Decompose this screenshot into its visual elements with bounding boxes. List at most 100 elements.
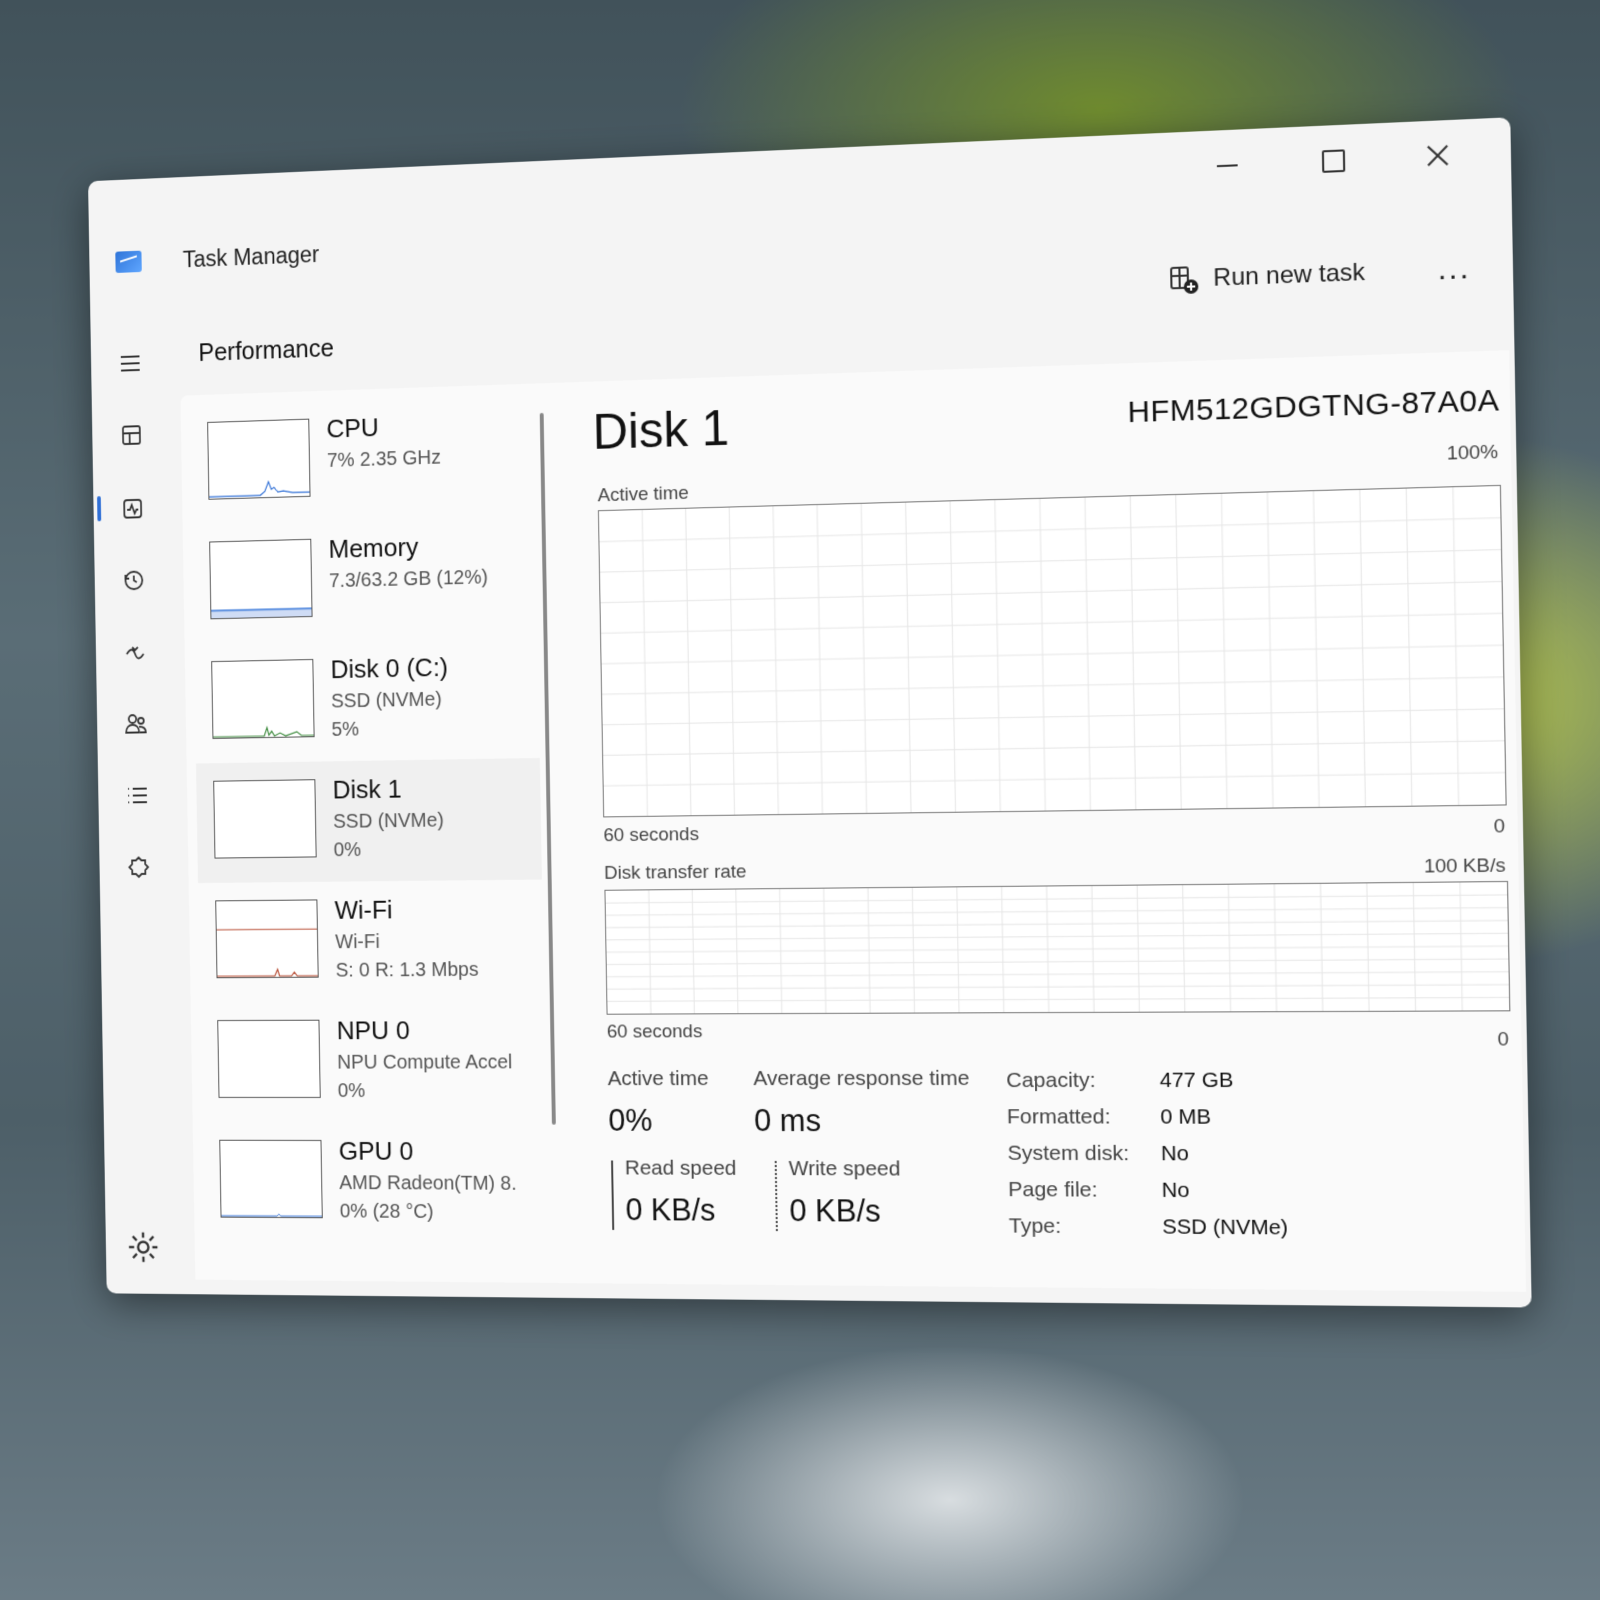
grid-line (607, 985, 1509, 989)
task-manager-app-icon (115, 250, 142, 273)
property-key: System disk: (1007, 1141, 1130, 1166)
device-detail: Wi-Fi (335, 931, 380, 954)
property-page-file: Page file: No (1008, 1178, 1190, 1203)
device-name: Disk 1 (332, 773, 402, 805)
disk-detail-pane: Disk 1 HFM512GDGTNG-87A0A Active time 10… (582, 361, 1515, 1282)
device-item-disk-1[interactable]: Disk 1 SSD (NVMe) 0% (195, 757, 542, 884)
property-key: Page file: (1007, 1177, 1098, 1202)
property-key: Type: (1008, 1214, 1062, 1238)
device-detail: NPU Compute Accel (337, 1051, 513, 1074)
device-name: Memory (328, 531, 419, 564)
grid-line (600, 550, 1501, 573)
disk-1-thumbnail-graph (213, 779, 317, 859)
performance-icon[interactable] (112, 487, 154, 531)
transfer-rate-chart-max: 100 KB/s (1423, 855, 1506, 878)
grid-line (603, 709, 1504, 725)
property-capacity: Capacity: 477 GB (1006, 1069, 1233, 1094)
app-history-icon[interactable] (113, 559, 155, 603)
grid-line (599, 518, 1500, 542)
disk-0-thumbnail-graph (211, 658, 315, 739)
property-system-disk: System disk: No (1007, 1142, 1189, 1167)
grid-line (600, 581, 1501, 602)
disk-model: HFM512GDGTNG-87A0A (1127, 383, 1500, 430)
disk-title: Disk 1 (592, 399, 730, 460)
device-item-cpu[interactable]: CPU 7% 2.35 GHz (190, 393, 536, 524)
read-speed-value: 0 KB/s (625, 1192, 716, 1228)
property-formatted: Formatted: 0 MB (1007, 1105, 1211, 1130)
device-detail: 7% 2.35 GHz (326, 446, 442, 472)
gpu-thumbnail-graph (219, 1139, 323, 1219)
active-time-chart-max: 100% (1446, 441, 1499, 465)
avg-response-value: 0 ms (753, 1103, 822, 1139)
wifi-thumbnail-graph (215, 899, 319, 979)
more-options-button[interactable]: ... (1437, 251, 1470, 287)
grid-line (607, 972, 1509, 977)
close-icon[interactable] (1383, 129, 1490, 185)
property-value: SSD (NVMe) (1162, 1215, 1289, 1240)
device-detail: 7.3/63.2 GB (12%) (328, 566, 489, 593)
grid-line (603, 741, 1504, 756)
performance-content: CPU 7% 2.35 GHz Memory 7.3/63.2 GB (12%) (180, 350, 1527, 1292)
minimize-icon[interactable] (1175, 138, 1280, 194)
details-icon[interactable] (117, 774, 159, 817)
run-task-icon (1168, 264, 1200, 296)
window-controls (1175, 129, 1490, 194)
run-new-task-button[interactable]: Run new task (1168, 257, 1366, 295)
device-item-disk-0[interactable]: Disk 0 (C:) SSD (NVMe) 5% (194, 636, 540, 763)
device-detail: AMD Radeon(TM) 8. (339, 1172, 517, 1195)
avg-response-label: Average response time (753, 1066, 970, 1091)
device-list: CPU 7% 2.35 GHz Memory 7.3/63.2 GB (12%) (190, 393, 549, 1282)
transfer-rate-chart-label: Disk transfer rate (603, 861, 747, 884)
maximize-icon[interactable] (1279, 133, 1385, 189)
grid-line (602, 645, 1503, 664)
device-item-gpu[interactable]: GPU 0 AMD Radeon(TM) 8. 0% (28 °C) (202, 1122, 548, 1244)
device-name: CPU (326, 412, 380, 444)
grid-line (607, 997, 1509, 1001)
device-name: NPU 0 (336, 1015, 411, 1046)
run-new-task-label: Run new task (1213, 258, 1366, 292)
transfer-rate-chart (604, 880, 1511, 1015)
active-time-chart-label: Active time (597, 482, 690, 507)
device-usage: 5% (331, 718, 360, 741)
transfer-rate-chart-zero: 0 (1497, 1028, 1509, 1051)
write-speed-label: Write speed (788, 1157, 901, 1181)
property-key: Formatted: (1006, 1105, 1111, 1129)
active-time-chart (597, 484, 1507, 818)
device-usage: 0% (333, 839, 362, 862)
write-speed-indicator (774, 1161, 778, 1232)
device-item-memory[interactable]: Memory 7.3/63.2 GB (12%) (192, 515, 538, 644)
device-name: GPU 0 (338, 1136, 414, 1166)
cpu-thumbnail-graph (207, 418, 311, 500)
grid-line (606, 908, 1508, 916)
property-value: No (1161, 1178, 1190, 1203)
grid-line (606, 920, 1508, 927)
memory-thumbnail-graph (209, 538, 313, 620)
grid-line (607, 959, 1509, 965)
device-item-npu[interactable]: NPU 0 NPU Compute Accel 0% (200, 1001, 546, 1123)
property-key: Capacity: (1006, 1068, 1096, 1093)
settings-icon[interactable] (126, 1230, 160, 1265)
users-icon[interactable] (115, 702, 157, 745)
device-usage: S: 0 R: 1.3 Mbps (335, 959, 479, 982)
services-icon[interactable] (118, 846, 160, 889)
property-type: Type: SSD (NVMe) (1009, 1214, 1289, 1240)
page-title: Performance (198, 334, 335, 367)
device-item-wifi[interactable]: Wi-Fi Wi-Fi S: 0 R: 1.3 Mbps (198, 880, 544, 1003)
device-usage: 0% (28 °C) (339, 1200, 434, 1223)
read-speed-label: Read speed (624, 1156, 737, 1180)
grid-line (602, 677, 1503, 694)
grid-line (601, 613, 1502, 633)
property-value: No (1160, 1141, 1189, 1166)
hamburger-icon[interactable] (109, 341, 151, 385)
active-time-stat-value: 0% (608, 1102, 653, 1138)
task-manager-window: Task Manager Performance Run new task ..… (88, 117, 1532, 1308)
active-time-chart-xlabel: 60 seconds (603, 824, 700, 847)
transfer-rate-chart-xlabel: 60 seconds (606, 1021, 703, 1043)
write-speed-value: 0 KB/s (789, 1193, 882, 1229)
startup-apps-icon[interactable] (114, 630, 156, 674)
navigation-rail (90, 284, 191, 1294)
device-name: Wi-Fi (334, 894, 393, 925)
read-speed-indicator (611, 1160, 615, 1230)
window-title: Task Manager (182, 241, 320, 273)
processes-icon[interactable] (111, 413, 153, 457)
